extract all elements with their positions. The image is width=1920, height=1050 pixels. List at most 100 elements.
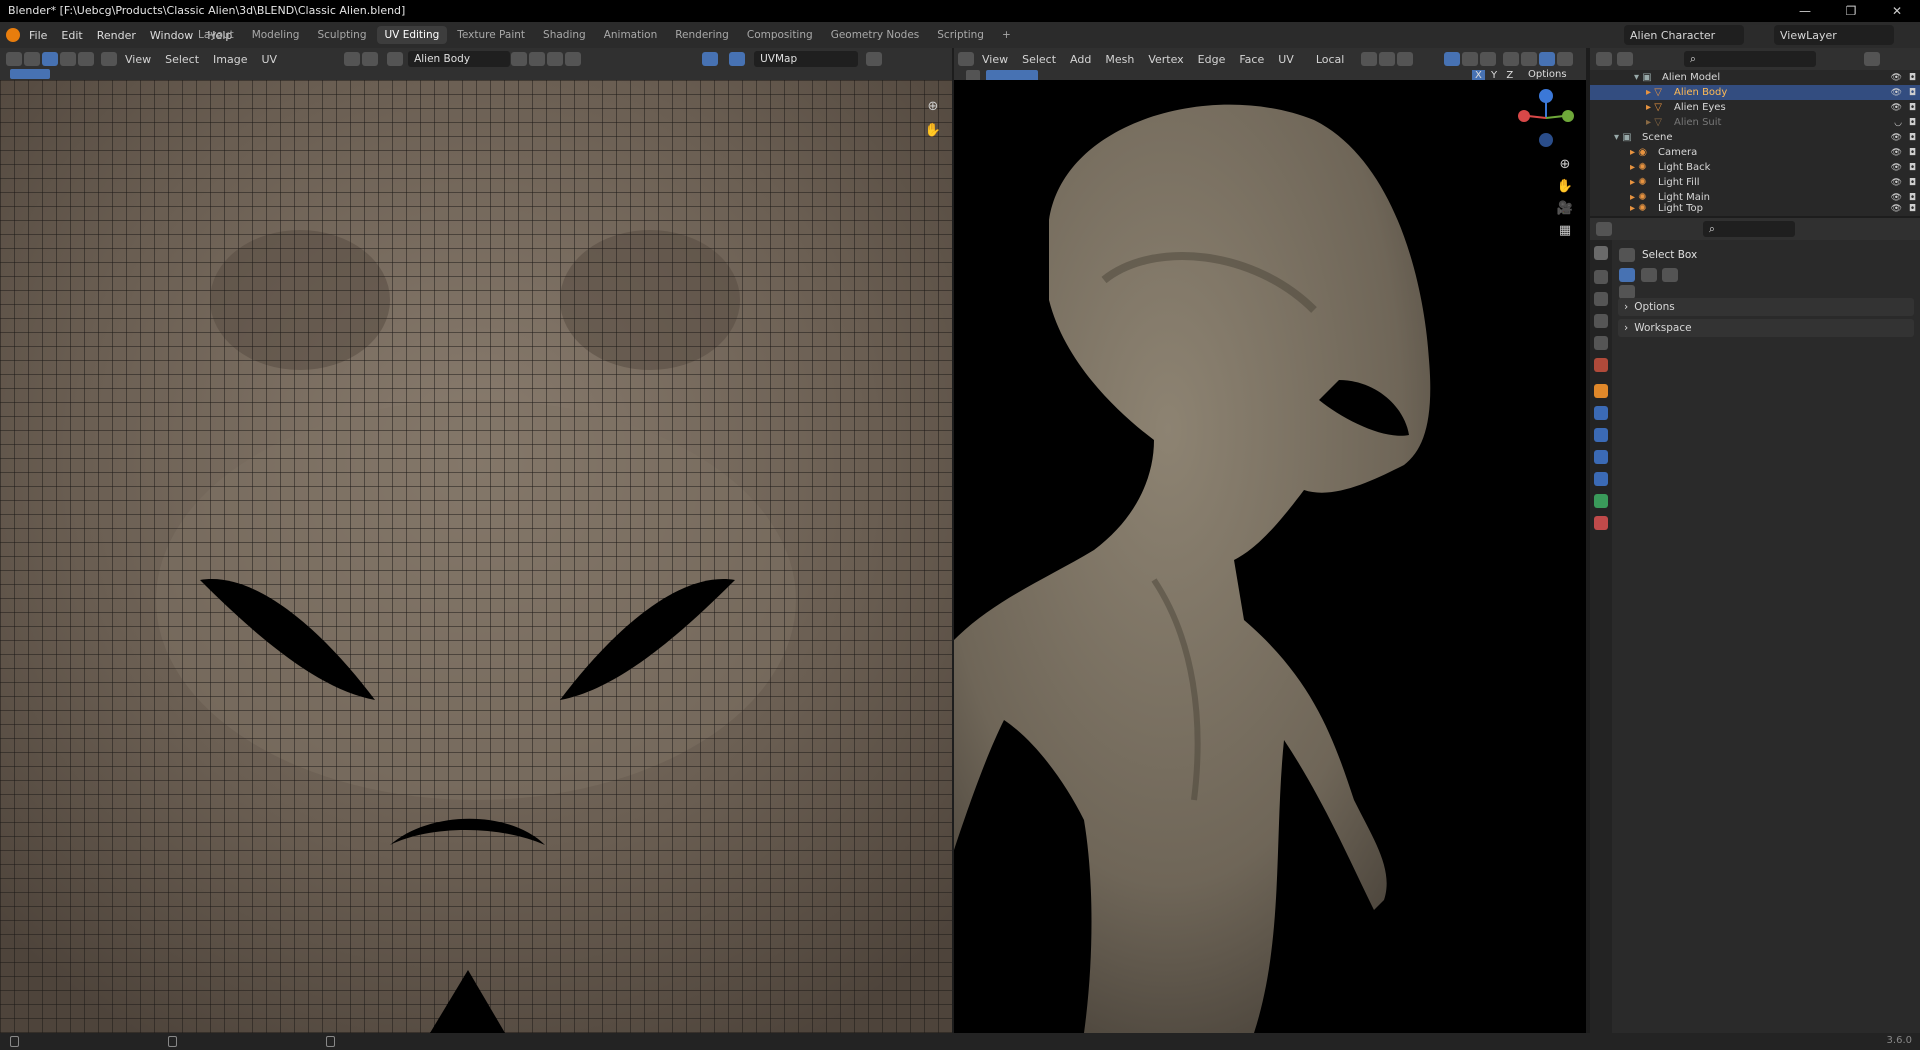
- visibility-eye-icon[interactable]: 👁: [1891, 163, 1902, 173]
- editor-type-icon[interactable]: [6, 52, 22, 66]
- uv-select-mode-icon[interactable]: [10, 69, 50, 79]
- visibility-eye-icon[interactable]: 👁: [1891, 204, 1902, 214]
- outliner-row[interactable]: ▸ ✺ Light Fill 👁 ◘: [1590, 175, 1920, 190]
- data-tab-icon[interactable]: [1594, 494, 1608, 508]
- scene-tab-icon[interactable]: [1594, 336, 1608, 350]
- filter-icon[interactable]: [1864, 52, 1880, 66]
- uv-menu-uv[interactable]: UV: [255, 53, 285, 66]
- visibility-eye-icon[interactable]: 👁: [1891, 88, 1902, 98]
- render-camera-icon[interactable]: ◘: [1909, 118, 1916, 128]
- render-camera-icon[interactable]: ◘: [1909, 204, 1916, 214]
- render-tab-icon[interactable]: [1594, 270, 1608, 284]
- workspace-panel[interactable]: › Workspace: [1618, 319, 1914, 337]
- outliner-row-selected[interactable]: ▸ ▽ Alien Body 👁 ◘: [1590, 85, 1920, 100]
- output-tab-icon[interactable]: [1594, 292, 1608, 306]
- wireframe-shading-icon[interactable]: [1503, 52, 1520, 66]
- tab-animation[interactable]: Animation: [596, 26, 666, 44]
- options-dropdown[interactable]: Options: [1528, 69, 1567, 80]
- material-tab-icon[interactable]: [1594, 516, 1608, 530]
- new-image-icon[interactable]: [511, 52, 528, 66]
- render-camera-icon[interactable]: ◘: [1909, 148, 1916, 158]
- tab-compositing[interactable]: Compositing: [739, 26, 821, 44]
- uv-menu-view[interactable]: View: [118, 53, 158, 66]
- uvmap-field[interactable]: UVMap: [754, 51, 859, 67]
- ortho-toggle-icon[interactable]: ▦: [1554, 220, 1576, 242]
- tab-scripting[interactable]: Scripting: [929, 26, 992, 44]
- viewport-menu-select[interactable]: Select: [1015, 53, 1063, 66]
- viewport-menu-edge[interactable]: Edge: [1191, 53, 1233, 66]
- display-channels-icon[interactable]: [866, 52, 883, 66]
- scene-selector[interactable]: Alien Character: [1624, 25, 1744, 45]
- display-mode-icon[interactable]: [1617, 52, 1633, 66]
- viewport-menu-mesh[interactable]: Mesh: [1098, 53, 1141, 66]
- outliner-row[interactable]: ▸ ✺ Light Top 👁 ◘: [1590, 201, 1920, 216]
- outliner-editor-type-icon[interactable]: [1596, 52, 1612, 66]
- menu-file[interactable]: File: [22, 29, 54, 42]
- tool-tab-icon[interactable]: [1594, 246, 1608, 260]
- viewport-menu-add[interactable]: Add: [1063, 53, 1098, 66]
- pan-hand-icon[interactable]: ✋: [922, 120, 944, 142]
- outliner-row[interactable]: ▾ ▣ Alien Model 👁 ◘: [1590, 70, 1920, 85]
- select-intersect-icon[interactable]: [1619, 285, 1635, 299]
- view-layer-selector[interactable]: ViewLayer: [1774, 25, 1894, 45]
- tab-sculpting[interactable]: Sculpting: [309, 26, 374, 44]
- options-panel[interactable]: › Options: [1618, 298, 1914, 316]
- snap-icon[interactable]: [344, 52, 361, 66]
- tab-texture-paint[interactable]: Texture Paint: [449, 26, 533, 44]
- viewport-menu-vertex[interactable]: Vertex: [1141, 53, 1190, 66]
- add-workspace-icon[interactable]: +: [994, 26, 1019, 44]
- solid-shading-icon[interactable]: [1521, 52, 1538, 66]
- object-tab-icon[interactable]: [1594, 384, 1608, 398]
- viewport-menu-face[interactable]: Face: [1232, 53, 1271, 66]
- xray-icon[interactable]: [1480, 52, 1497, 66]
- outliner-row[interactable]: ▸ ▽ Alien Eyes 👁 ◘: [1590, 100, 1920, 115]
- gizmo-icon[interactable]: [729, 52, 746, 66]
- modifier-tab-icon[interactable]: [1594, 406, 1608, 420]
- visibility-eye-icon[interactable]: 👁: [1891, 103, 1902, 113]
- outliner-row[interactable]: ▸ ◉ Camera 👁 ◘: [1590, 145, 1920, 160]
- maximize-button[interactable]: ❐: [1828, 0, 1874, 22]
- navigation-gizmo[interactable]: [1516, 88, 1576, 154]
- unlink-image-icon[interactable]: [547, 52, 564, 66]
- material-preview-icon[interactable]: [1539, 52, 1556, 66]
- tab-modeling[interactable]: Modeling: [244, 26, 308, 44]
- pin-icon[interactable]: [565, 52, 582, 66]
- overlay-icon[interactable]: [702, 52, 719, 66]
- render-camera-icon[interactable]: ◘: [1909, 178, 1916, 188]
- viewport-menu-view[interactable]: View: [975, 53, 1015, 66]
- world-tab-icon[interactable]: [1594, 358, 1608, 372]
- menu-edit[interactable]: Edit: [54, 29, 89, 42]
- outliner-row[interactable]: ▸ ▽ Alien Suit ◡ ◘: [1590, 115, 1920, 130]
- constraints-tab-icon[interactable]: [1594, 472, 1608, 486]
- select-subtract-icon[interactable]: [1662, 268, 1678, 282]
- viewport-editor-type-icon[interactable]: [958, 52, 974, 66]
- blender-logo-icon[interactable]: [6, 28, 20, 42]
- outliner-search-input[interactable]: ⌕: [1684, 51, 1816, 67]
- sync-selection-icon[interactable]: [24, 52, 40, 66]
- viewport-gizmo-icon[interactable]: [1444, 52, 1461, 66]
- visibility-eye-icon[interactable]: 👁: [1891, 178, 1902, 188]
- render-camera-icon[interactable]: ◘: [1909, 133, 1916, 143]
- menu-render[interactable]: Render: [90, 29, 143, 42]
- camera-view-icon[interactable]: 🎥: [1554, 198, 1576, 220]
- viewport-zoom-icon[interactable]: ⊕: [1554, 154, 1576, 176]
- viewport-pan-icon[interactable]: ✋: [1554, 176, 1576, 198]
- visibility-eye-icon[interactable]: 👁: [1891, 148, 1902, 158]
- uv-menu-select[interactable]: Select: [158, 53, 206, 66]
- pivot-point-icon[interactable]: [1361, 52, 1378, 66]
- render-camera-icon[interactable]: ◘: [1909, 103, 1916, 113]
- particles-tab-icon[interactable]: [1594, 428, 1608, 442]
- pivot-icon[interactable]: [101, 52, 117, 66]
- image-name-field[interactable]: Alien Body Albedo.jpg: [408, 51, 511, 81]
- rendered-shading-icon[interactable]: [1557, 52, 1574, 66]
- vertex-select-icon[interactable]: [42, 52, 58, 66]
- proportional-edit-icon[interactable]: [1397, 52, 1414, 66]
- open-image-icon[interactable]: [529, 52, 546, 66]
- physics-tab-icon[interactable]: [1594, 450, 1608, 464]
- close-button[interactable]: ✕: [1874, 0, 1920, 22]
- view-layer-tab-icon[interactable]: [1594, 314, 1608, 328]
- transform-orientation[interactable]: Local: [1309, 53, 1352, 66]
- select-new-icon[interactable]: [1619, 268, 1635, 282]
- outliner-row[interactable]: ▾ ▣ Scene 👁 ◘: [1590, 130, 1920, 145]
- viewport-canvas[interactable]: ⊕ ✋ 🎥 ▦: [954, 80, 1586, 1033]
